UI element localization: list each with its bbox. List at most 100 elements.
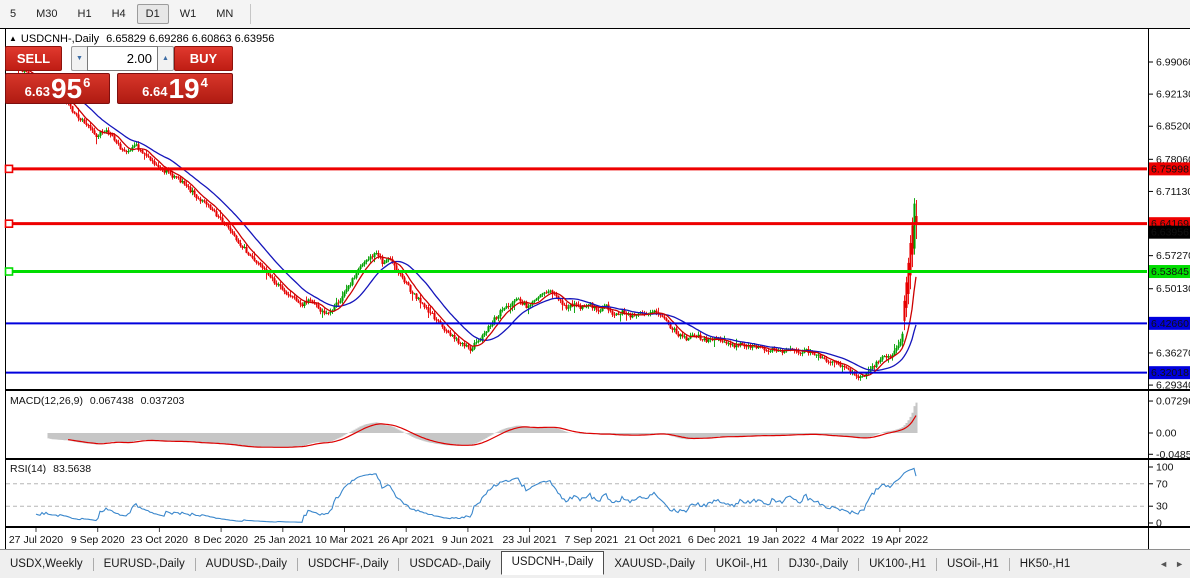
tab-scroll-arrows: ◄► [1159,559,1184,569]
ask-price[interactable]: 6.64 19 4 [117,73,233,104]
svg-text:6.92130: 6.92130 [1156,89,1190,101]
svg-text:6.57270: 6.57270 [1156,250,1190,262]
timeframe-button-5[interactable]: 5 [1,4,25,24]
chart-tab-eurusd-daily[interactable]: EURUSD-,Daily [94,553,195,576]
chart-tab-usdx-weekly[interactable]: USDX,Weekly [0,553,93,576]
price-axis-labels: 6.990606.921306.852006.780606.711306.572… [1148,57,1190,392]
svg-text:-0.04857: -0.04857 [1156,449,1190,461]
level-marker[interactable] [6,268,13,275]
chart-symbol-label: USDCNH-,Daily [21,33,99,45]
candles-layer [9,60,917,381]
svg-text:6.32018: 6.32018 [1151,367,1189,379]
one-click-trading-panel: SELL ▼ ▲ BUY 6.63 95 6 6.64 19 4 [5,46,233,104]
chart-borders [0,28,1190,549]
chart-ohlc-values: 6.65829 6.69286 6.60863 6.63956 [106,33,274,45]
chart-tab-uk100-h1[interactable]: UK100-,H1 [859,553,936,576]
chart-tab-usoil-h1[interactable]: USOil-,H1 [937,553,1009,576]
svg-text:10 Mar 2021: 10 Mar 2021 [315,534,374,546]
timeframe-button-W1[interactable]: W1 [171,4,206,24]
macd-header: MACD(12,26,9) 0.067438 0.037203 [10,395,188,407]
svg-text:0.00: 0.00 [1156,428,1177,440]
bid-big-digits: 95 [51,76,82,102]
svg-text:6.71130: 6.71130 [1156,186,1190,198]
ma-fast-line [22,67,916,376]
chart-tab-xauusd-daily[interactable]: XAUUSD-,Daily [604,553,705,576]
tab-scroll-left-icon[interactable]: ◄ [1159,559,1168,569]
svg-text:6.36270: 6.36270 [1156,347,1190,359]
timeframe-button-M30[interactable]: M30 [27,4,66,24]
svg-text:4 Mar 2022: 4 Mar 2022 [812,534,865,546]
toolbar-separator [250,4,251,24]
level-marker[interactable] [6,165,13,172]
date-axis-labels: 27 Jul 20209 Sep 202023 Oct 20208 Dec 20… [9,528,928,546]
level-marker[interactable] [6,220,13,227]
rsi-name: RSI(14) [10,463,46,475]
svg-text:0.072963: 0.072963 [1156,396,1190,408]
chart-title: ▲ USDCNH-,Daily 6.65829 6.69286 6.60863 6.… [9,33,274,45]
svg-text:30: 30 [1156,501,1168,513]
svg-text:6.63956: 6.63956 [1151,227,1189,239]
svg-text:6.99060: 6.99060 [1156,57,1190,69]
svg-text:6 Dec 2021: 6 Dec 2021 [688,534,742,546]
rsi-value: 83.5638 [53,463,91,475]
svg-text:6.85200: 6.85200 [1156,121,1190,133]
macd-axis-labels: 0.072963 0.00 -0.04857 [1148,396,1190,461]
volume-increase-button[interactable]: ▲ [158,46,174,71]
svg-text:9 Sep 2020: 9 Sep 2020 [71,534,125,546]
chart-tab-usdcad-daily[interactable]: USDCAD-,Daily [399,553,500,576]
svg-text:6.29340: 6.29340 [1156,380,1190,392]
rsi-line [36,468,916,522]
chart-tab-usdchf-daily[interactable]: USDCHF-,Daily [298,553,399,576]
macd-name: MACD(12,26,9) [10,395,83,407]
chart-tab-audusd-daily[interactable]: AUDUSD-,Daily [196,553,297,576]
ask-pip-digit: 4 [201,75,208,90]
timeframe-button-H4[interactable]: H4 [103,4,135,24]
svg-text:23 Jul 2021: 23 Jul 2021 [502,534,556,546]
svg-text:19 Jan 2022: 19 Jan 2022 [747,534,805,546]
svg-text:7 Sep 2021: 7 Sep 2021 [564,534,618,546]
chart-tab-usdcnh-daily[interactable]: USDCNH-,Daily [501,551,605,575]
collapse-arrow-icon[interactable]: ▲ [9,34,17,43]
macd-value: 0.067438 [90,395,134,407]
svg-text:6.50130: 6.50130 [1156,283,1190,295]
sell-button[interactable]: SELL [5,46,62,71]
bid-price[interactable]: 6.63 95 6 [5,73,110,104]
rsi-levels [6,484,1147,506]
svg-text:100: 100 [1156,462,1174,474]
svg-text:0: 0 [1156,518,1162,530]
bid-prefix: 6.63 [25,84,50,99]
svg-text:25 Jan 2021: 25 Jan 2021 [254,534,312,546]
rsi-header: RSI(14) 83.5638 [10,463,95,475]
macd-histogram [49,403,917,448]
svg-text:23 Oct 2020: 23 Oct 2020 [131,534,188,546]
rsi-axis-labels: 100 70 30 0 [1148,462,1174,530]
chart-tab-hk50-h1[interactable]: HK50-,H1 [1010,553,1081,576]
mt4-window: { "toolbar": {"periods": ["5","M30","H1"… [0,0,1190,578]
svg-text:8 Dec 2020: 8 Dec 2020 [194,534,248,546]
buy-button[interactable]: BUY [174,46,233,71]
svg-text:21 Oct 2021: 21 Oct 2021 [624,534,681,546]
svg-text:6.75998: 6.75998 [1151,163,1189,175]
timeframe-button-H1[interactable]: H1 [69,4,101,24]
svg-text:26 Apr 2021: 26 Apr 2021 [378,534,435,546]
chart-tabs-bar: USDX,WeeklyEURUSD-,DailyAUDUSD-,DailyUSD… [0,549,1190,578]
timeframe-button-D1[interactable]: D1 [137,4,169,24]
chart-tab-ukoil-h1[interactable]: UKOil-,H1 [706,553,778,576]
level-lines [6,165,1148,372]
svg-text:70: 70 [1156,478,1168,490]
svg-text:9 Jun 2021: 9 Jun 2021 [442,534,494,546]
timeframe-toolbar: 5M30H1H4D1W1MN [0,0,1190,28]
ask-big-digits: 19 [168,76,199,102]
svg-text:6.53845: 6.53845 [1151,266,1189,278]
volume-input[interactable] [87,46,158,71]
tab-scroll-right-icon[interactable]: ► [1175,559,1184,569]
svg-text:6.42660: 6.42660 [1151,318,1189,330]
bid-pip-digit: 6 [83,75,90,90]
macd-signal-value: 0.037203 [141,395,185,407]
svg-text:19 Apr 2022: 19 Apr 2022 [871,534,928,546]
macd-signal-line [68,416,916,448]
ask-prefix: 6.64 [142,84,167,99]
volume-decrease-button[interactable]: ▼ [71,46,87,71]
timeframe-button-MN[interactable]: MN [207,4,242,24]
chart-tab-dj30-daily[interactable]: DJ30-,Daily [779,553,858,576]
